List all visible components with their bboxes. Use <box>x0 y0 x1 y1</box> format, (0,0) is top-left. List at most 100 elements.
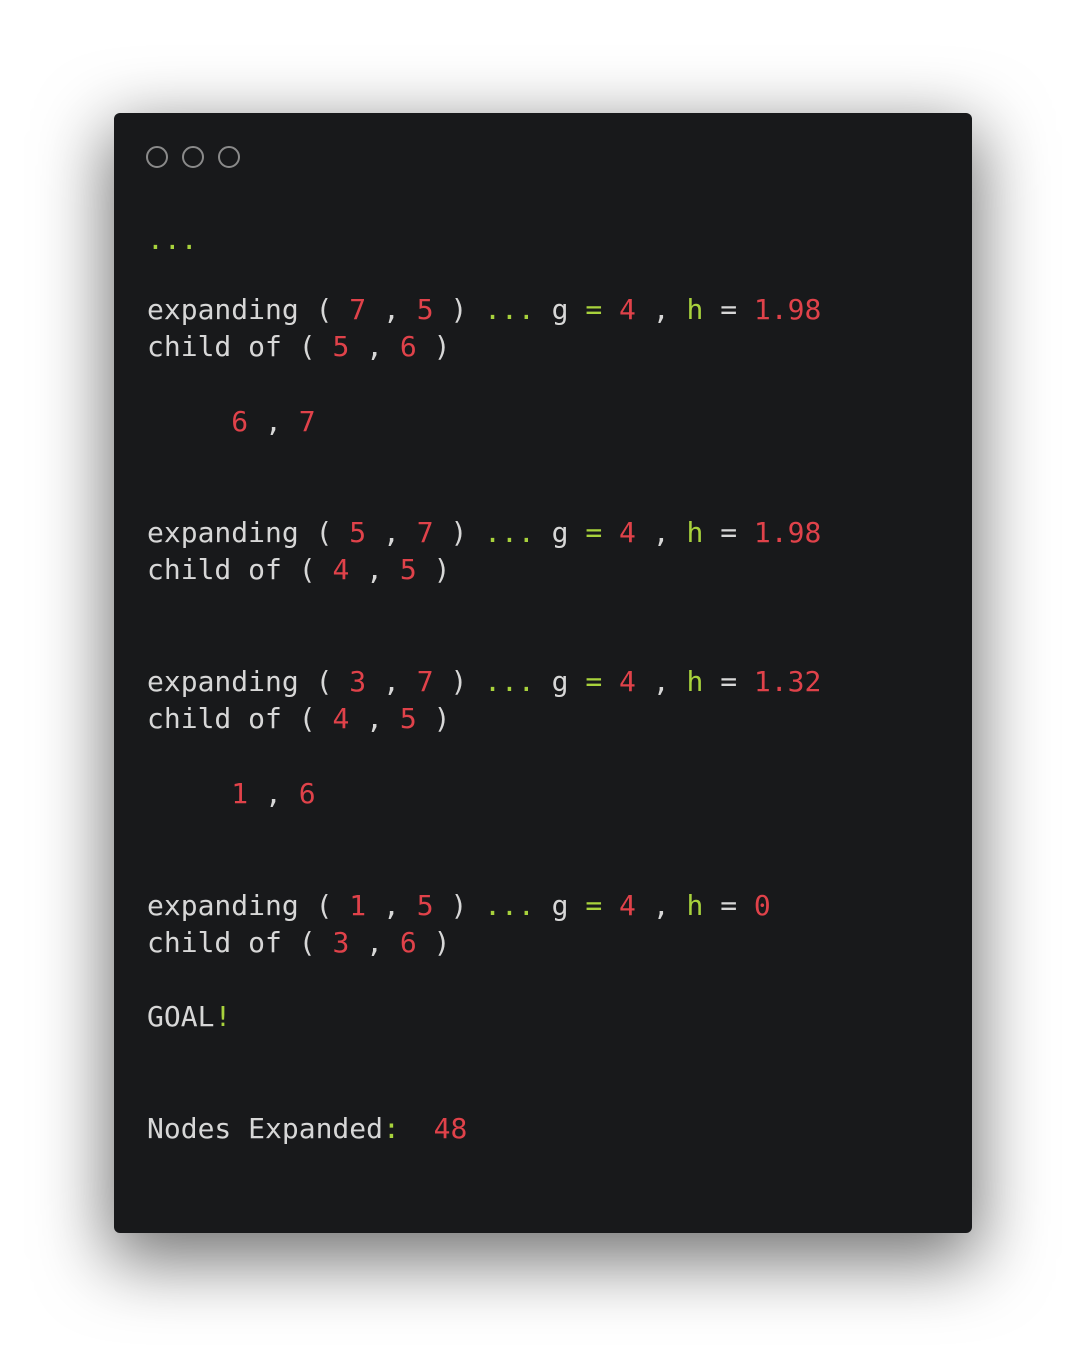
text-token: ... <box>147 223 198 256</box>
text-token: , <box>635 293 687 326</box>
text-token: expanding <box>147 516 299 549</box>
terminal-output: ... expanding ( 7 , 5 ) ... g = 4 , h = … <box>147 113 821 1145</box>
text-token: h <box>686 889 704 922</box>
text-token: ( <box>281 926 333 959</box>
nodes-expanded-value: 48 <box>433 1112 468 1145</box>
text-token: , <box>635 889 687 922</box>
text-token: , <box>349 702 400 735</box>
text-token: , <box>366 516 417 549</box>
text-token: h <box>686 516 704 549</box>
child-of-line-1: child of ( 5 , 6 ) <box>147 329 450 365</box>
text-token: g <box>551 889 569 922</box>
text-token: 4 <box>619 516 636 549</box>
text-token: 3 <box>349 665 367 698</box>
text-token: g <box>551 293 569 326</box>
text-token: ) <box>433 516 485 549</box>
text-token: = <box>568 293 620 326</box>
expanding-line-1: expanding ( 7 , 5 ) ... g = 4 , h = 1.98 <box>147 292 821 328</box>
text-token: 6 <box>399 926 417 959</box>
text-token: , <box>248 405 299 438</box>
text-token: 5 <box>416 889 434 922</box>
text-token: , <box>366 665 417 698</box>
text-token: ( <box>298 516 350 549</box>
goal-line: GOAL! <box>147 999 231 1035</box>
text-token: 7 <box>416 665 434 698</box>
text-token: 5 <box>349 516 367 549</box>
text-token: h <box>686 293 704 326</box>
text-token: ... <box>484 665 535 698</box>
text-token: = <box>568 889 620 922</box>
child-of-line-2: child of ( 4 , 5 ) <box>147 552 450 588</box>
text-token: ... <box>484 293 535 326</box>
text-token: ! <box>214 1000 232 1033</box>
text-token: 6 <box>399 330 417 363</box>
text-token: 4 <box>619 665 636 698</box>
text-token: , <box>366 889 417 922</box>
text-token: , <box>248 777 299 810</box>
text-token: 7 <box>349 293 367 326</box>
text-token: g <box>551 665 569 698</box>
text-token: ) <box>416 553 451 586</box>
text-token: expanding <box>147 889 299 922</box>
text-token: 4 <box>619 889 636 922</box>
terminal-window: ... expanding ( 7 , 5 ) ... g = 4 , h = … <box>114 113 972 1233</box>
text-token: Nodes Expanded <box>147 1112 384 1145</box>
child-of-line-3: child of ( 4 , 5 ) <box>147 701 450 737</box>
text-token: 5 <box>416 293 434 326</box>
text-token: = <box>703 516 754 549</box>
text-token: ... <box>484 516 535 549</box>
nodes-expanded-line: Nodes Expanded: 48 <box>147 1111 467 1147</box>
text-token: GOAL <box>147 1000 215 1033</box>
text-token: 1 <box>349 889 367 922</box>
text-token: , <box>349 926 400 959</box>
text-token: , <box>349 553 400 586</box>
text-token: ( <box>281 702 333 735</box>
expanding-line-2: expanding ( 5 , 7 ) ... g = 4 , h = 1.98 <box>147 515 821 551</box>
text-token: ) <box>416 926 451 959</box>
text-token: = <box>703 293 754 326</box>
text-token: , <box>635 665 687 698</box>
text-token: 0 <box>753 889 771 922</box>
text-token: 7 <box>298 405 316 438</box>
text-token: ( <box>298 293 350 326</box>
text-token: expanding <box>147 293 299 326</box>
text-token: ( <box>281 553 333 586</box>
text-token: = <box>568 516 620 549</box>
text-token: child of <box>147 702 282 735</box>
text-token: 6 <box>231 405 249 438</box>
expanding-line-3: expanding ( 3 , 7 ) ... g = 4 , h = 1.32 <box>147 664 821 700</box>
text-token: ( <box>298 665 350 698</box>
text-token: 1.98 <box>753 293 822 326</box>
text-token: h <box>686 665 704 698</box>
text-token: ... <box>484 889 535 922</box>
text-token: 5 <box>399 553 417 586</box>
text-token: 4 <box>332 702 350 735</box>
text-token: ) <box>416 702 451 735</box>
text-token: 3 <box>332 926 350 959</box>
text-token: = <box>703 665 754 698</box>
expanding-line-4: expanding ( 1 , 5 ) ... g = 4 , h = 0 <box>147 888 771 924</box>
text-token: = <box>703 889 754 922</box>
text-token: ) <box>433 293 485 326</box>
text-token: child of <box>147 330 282 363</box>
text-token: 4 <box>332 553 350 586</box>
text-token: = <box>568 665 620 698</box>
extra-line-3: 1 , 6 <box>147 776 316 812</box>
text-token: ( <box>281 330 333 363</box>
text-token: 4 <box>619 293 636 326</box>
text-token: 6 <box>298 777 316 810</box>
maximize-circle-icon[interactable] <box>218 146 240 168</box>
text-token: 1.32 <box>753 665 822 698</box>
child-of-line-4: child of ( 3 , 6 ) <box>147 925 450 961</box>
text-token: 7 <box>416 516 434 549</box>
text-token: 1.98 <box>753 516 822 549</box>
text-token: 1 <box>231 777 249 810</box>
text-token: 5 <box>332 330 350 363</box>
